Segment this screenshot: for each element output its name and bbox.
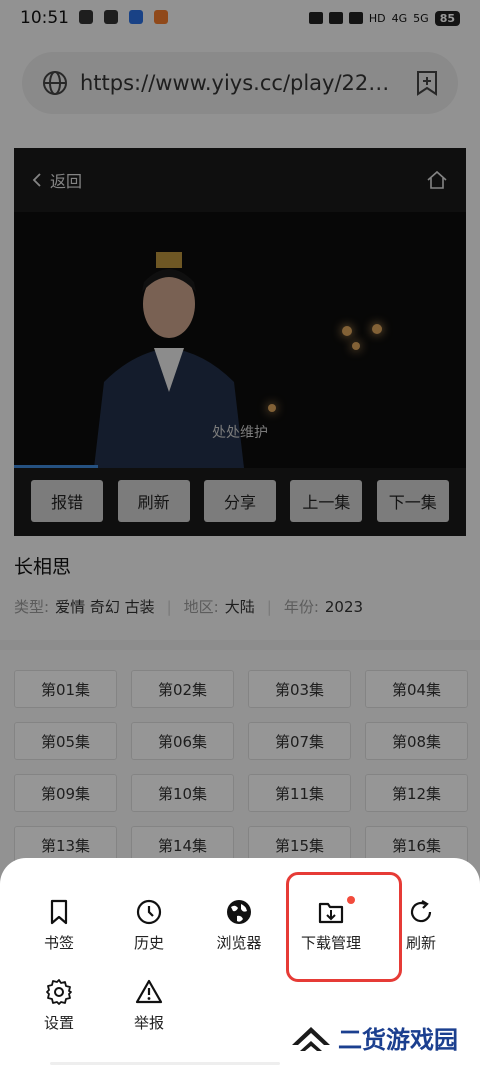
menu-bookmark[interactable]: 书签 (14, 898, 104, 968)
menu-history[interactable]: 历史 (104, 898, 194, 968)
menu-settings[interactable]: 设置 (14, 978, 104, 1048)
menu-report[interactable]: 举报 (104, 978, 194, 1048)
watermark-text: 二货游戏园 (338, 1026, 458, 1054)
menu-browser-label: 浏览器 (216, 934, 262, 952)
clock-icon (136, 899, 162, 925)
watermark-logo-icon (292, 1026, 330, 1051)
bookmark-icon (50, 899, 68, 925)
highlight-box (286, 872, 402, 982)
menu-history-label: 历史 (133, 934, 164, 952)
watermark: 二货游戏园 (290, 1020, 458, 1055)
menu-refresh-label: 刷新 (405, 934, 436, 952)
warning-icon (135, 979, 163, 1004)
menu-report-label: 举报 (133, 1014, 164, 1032)
refresh-icon (410, 900, 432, 923)
gesture-handle[interactable] (50, 1062, 280, 1065)
globe-icon (227, 900, 251, 924)
menu-settings-label: 设置 (43, 1014, 74, 1032)
menu-bookmark-label: 书签 (43, 934, 74, 952)
gear-icon (46, 979, 72, 1005)
menu-browser[interactable]: 浏览器 (194, 898, 284, 968)
